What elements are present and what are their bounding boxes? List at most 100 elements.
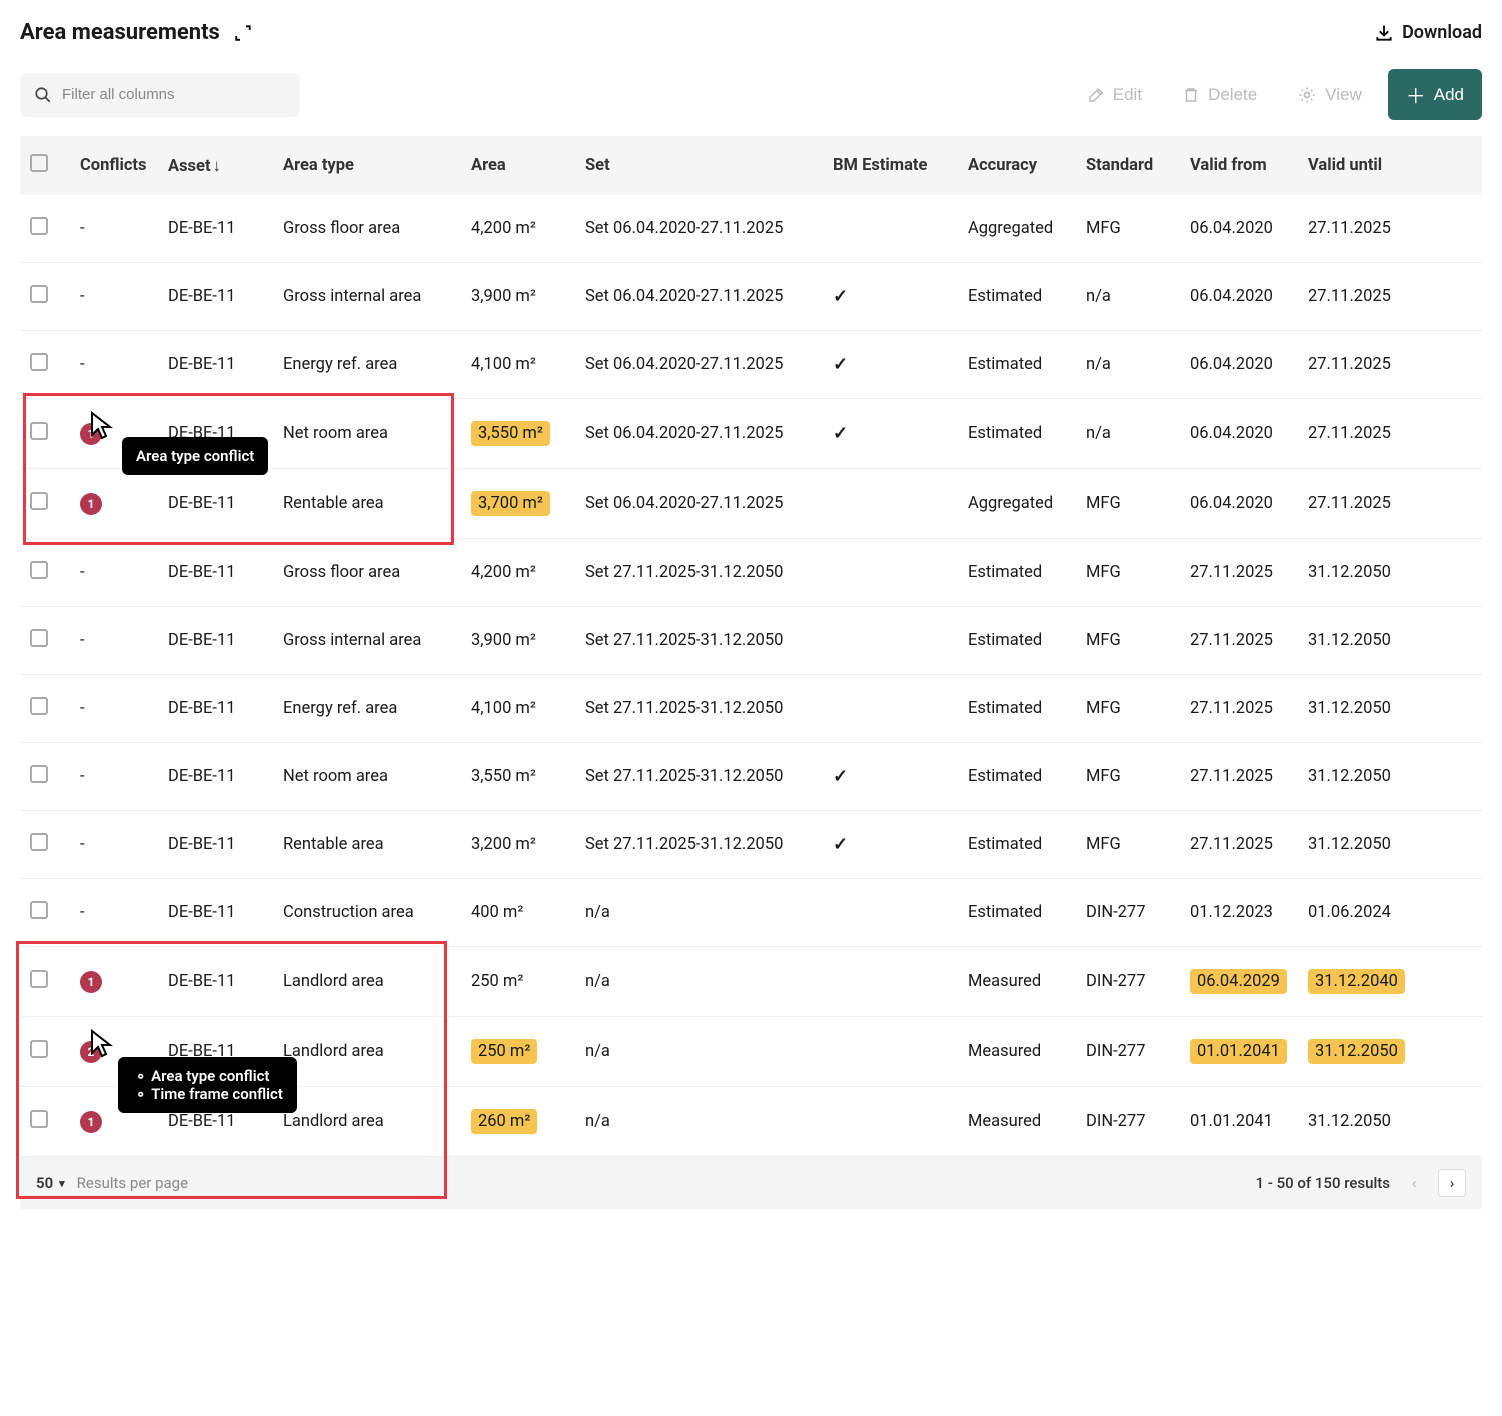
- area-cell: 3,550 m²: [461, 743, 575, 811]
- table-row[interactable]: 2DE-BE-11Landlord area250 m²n/aMeasuredD…: [20, 1017, 1482, 1087]
- bm-estimate-cell: [823, 469, 958, 539]
- row-checkbox[interactable]: [30, 1040, 48, 1058]
- area-cell: 3,200 m²: [461, 811, 575, 879]
- valid-from-cell: 06.04.2020: [1180, 263, 1298, 331]
- col-conflicts[interactable]: Conflicts: [70, 136, 158, 195]
- bm-estimate-cell: ✓: [823, 743, 958, 811]
- valid-until-cell: 27.11.2025: [1298, 195, 1482, 263]
- add-button[interactable]: ＋ Add: [1388, 69, 1482, 120]
- conflict-cell: -: [70, 263, 158, 331]
- row-checkbox[interactable]: [30, 697, 48, 715]
- col-area-type[interactable]: Area type: [273, 136, 461, 195]
- set-cell: Set 06.04.2020-27.11.2025: [575, 195, 823, 263]
- results-count: 1 - 50 of 150 results: [1256, 1174, 1391, 1192]
- row-checkbox[interactable]: [30, 901, 48, 919]
- col-area[interactable]: Area: [461, 136, 575, 195]
- set-cell: Set 06.04.2020-27.11.2025: [575, 469, 823, 539]
- table-row[interactable]: -DE-BE-11Rentable area3,200 m²Set 27.11.…: [20, 811, 1482, 879]
- bm-estimate-cell: ✓: [823, 263, 958, 331]
- table-row[interactable]: -DE-BE-11Net room area3,550 m²Set 27.11.…: [20, 743, 1482, 811]
- download-button[interactable]: Download: [1374, 22, 1482, 43]
- row-checkbox[interactable]: [30, 285, 48, 303]
- row-checkbox[interactable]: [30, 217, 48, 235]
- col-standard[interactable]: Standard: [1076, 136, 1180, 195]
- per-page-selector[interactable]: 50 ▾: [36, 1174, 65, 1192]
- conflict-badge[interactable]: 1: [80, 1111, 102, 1133]
- row-checkbox[interactable]: [30, 970, 48, 988]
- edit-button[interactable]: Edit: [1073, 76, 1156, 114]
- col-bm-estimate[interactable]: BM Estimate: [823, 136, 958, 195]
- asset-cell: DE-BE-11: [158, 743, 273, 811]
- conflict-cell: -: [70, 539, 158, 607]
- conflict-badge[interactable]: 1: [80, 493, 102, 515]
- standard-cell: DIN-277: [1076, 879, 1180, 947]
- search-icon: [34, 86, 52, 104]
- asset-cell: DE-BE-11: [158, 947, 273, 1017]
- row-checkbox[interactable]: [30, 353, 48, 371]
- area-type-cell: Energy ref. area: [273, 331, 461, 399]
- filter-input[interactable]: [62, 86, 286, 103]
- expand-icon[interactable]: [234, 24, 252, 42]
- col-set[interactable]: Set: [575, 136, 823, 195]
- col-valid-from[interactable]: Valid from: [1180, 136, 1298, 195]
- filter-box[interactable]: [20, 73, 300, 117]
- area-type-cell: Gross floor area: [273, 195, 461, 263]
- conflict-badge[interactable]: 1: [80, 971, 102, 993]
- accuracy-cell: Aggregated: [958, 195, 1076, 263]
- next-page-button[interactable]: ›: [1438, 1169, 1466, 1197]
- table-row[interactable]: -DE-BE-11Construction area400 m²n/aEstim…: [20, 879, 1482, 947]
- row-checkbox[interactable]: [30, 765, 48, 783]
- delete-button[interactable]: Delete: [1168, 76, 1271, 114]
- conflict-cell: -: [70, 811, 158, 879]
- row-checkbox[interactable]: [30, 1110, 48, 1128]
- table-row[interactable]: -DE-BE-11Energy ref. area4,100 m²Set 06.…: [20, 331, 1482, 399]
- table-row[interactable]: 1DE-BE-11Net room area3,550 m²Set 06.04.…: [20, 399, 1482, 469]
- checkmark-icon: ✓: [833, 286, 848, 307]
- standard-cell: n/a: [1076, 263, 1180, 331]
- valid-from-cell: 06.04.2029: [1180, 947, 1298, 1017]
- set-cell: Set 27.11.2025-31.12.2050: [575, 743, 823, 811]
- row-checkbox[interactable]: [30, 492, 48, 510]
- col-valid-until[interactable]: Valid until: [1298, 136, 1482, 195]
- select-all-checkbox[interactable]: [30, 154, 48, 172]
- row-checkbox[interactable]: [30, 833, 48, 851]
- view-button[interactable]: View: [1283, 76, 1376, 114]
- table-row[interactable]: 1DE-BE-11Landlord area260 m²n/aMeasuredD…: [20, 1087, 1482, 1157]
- per-page-label: Results per page: [77, 1174, 188, 1192]
- set-cell: Set 06.04.2020-27.11.2025: [575, 399, 823, 469]
- area-cell: 3,900 m²: [461, 607, 575, 675]
- table-row[interactable]: 1DE-BE-11Rentable area3,700 m²Set 06.04.…: [20, 469, 1482, 539]
- col-asset[interactable]: Asset↓: [158, 136, 273, 195]
- edit-label: Edit: [1113, 85, 1142, 105]
- table-row[interactable]: 1DE-BE-11Landlord area250 m²n/aMeasuredD…: [20, 947, 1482, 1017]
- standard-cell: MFG: [1076, 607, 1180, 675]
- accuracy-cell: Measured: [958, 947, 1076, 1017]
- add-label: Add: [1434, 85, 1464, 105]
- asset-cell: DE-BE-11: [158, 879, 273, 947]
- accuracy-cell: Estimated: [958, 743, 1076, 811]
- bm-estimate-cell: [823, 195, 958, 263]
- conflict-badge[interactable]: 2: [80, 1041, 102, 1063]
- conflict-cell: -: [70, 879, 158, 947]
- accuracy-cell: Estimated: [958, 811, 1076, 879]
- conflict-badge[interactable]: 1: [80, 423, 102, 445]
- bm-estimate-cell: ✓: [823, 331, 958, 399]
- table-row[interactable]: -DE-BE-11Gross internal area3,900 m²Set …: [20, 263, 1482, 331]
- table-row[interactable]: -DE-BE-11Gross floor area4,200 m²Set 06.…: [20, 195, 1482, 263]
- bm-estimate-cell: [823, 1087, 958, 1157]
- table-row[interactable]: -DE-BE-11Energy ref. area4,100 m²Set 27.…: [20, 675, 1482, 743]
- row-checkbox[interactable]: [30, 422, 48, 440]
- table-row[interactable]: -DE-BE-11Gross internal area3,900 m²Set …: [20, 607, 1482, 675]
- area-cell: 3,700 m²: [461, 469, 575, 539]
- row-checkbox[interactable]: [30, 561, 48, 579]
- col-accuracy[interactable]: Accuracy: [958, 136, 1076, 195]
- prev-page-button[interactable]: ‹: [1400, 1169, 1428, 1197]
- accuracy-cell: Measured: [958, 1087, 1076, 1157]
- area-type-cell: Rentable area: [273, 811, 461, 879]
- standard-cell: MFG: [1076, 811, 1180, 879]
- table-row[interactable]: -DE-BE-11Gross floor area4,200 m²Set 27.…: [20, 539, 1482, 607]
- row-checkbox[interactable]: [30, 629, 48, 647]
- checkmark-icon: ✓: [833, 834, 848, 855]
- standard-cell: DIN-277: [1076, 1087, 1180, 1157]
- set-cell: n/a: [575, 1017, 823, 1087]
